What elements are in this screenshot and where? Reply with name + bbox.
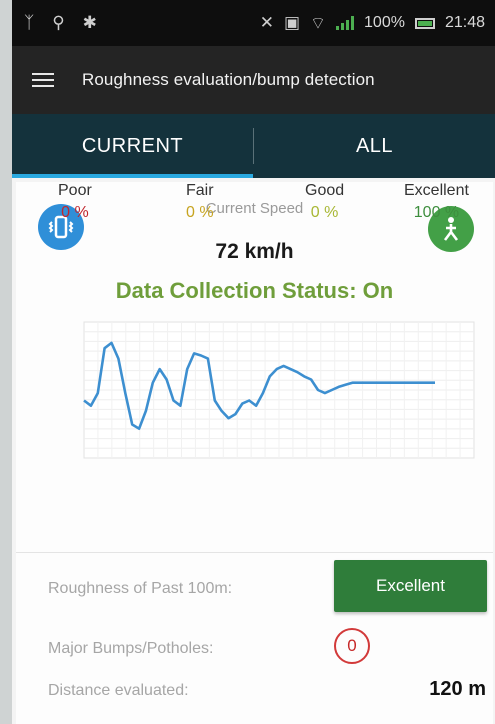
rating-good: Good 0 %: [305, 182, 344, 222]
roughness-chart: [40, 314, 480, 480]
divider: [16, 552, 493, 553]
app-title: Roughness evaluation/bump detection: [82, 70, 375, 89]
rating-excellent-label: Excellent: [404, 182, 469, 199]
android-icon: ✱: [82, 13, 97, 33]
roughness-result-button[interactable]: Excellent: [334, 560, 487, 612]
wifi-icon: ⌔: [310, 13, 327, 34]
clock: 21:48: [444, 14, 485, 31]
usb-icon: ᛉ: [24, 13, 35, 33]
rating-good-label: Good: [305, 182, 345, 199]
rating-poor-label: Poor: [58, 182, 92, 199]
rating-poor-value: 0 %: [61, 204, 89, 221]
data-collection-status: Data Collection Status: On: [115, 278, 394, 303]
phone-screen: ᛉ ⚲ ✱ ✕ ▣ ⌔ 100% 21:48 Roughness evaluat…: [0, 0, 495, 724]
tab-current[interactable]: CURRENT: [12, 114, 253, 178]
mute-icon: ✕: [259, 13, 274, 33]
debug-icon: ⚲: [52, 13, 65, 33]
current-card: Current Speed 72 km/h Data Collection St…: [16, 182, 493, 724]
speed-value: 72 km/h: [215, 240, 294, 263]
hamburger-icon[interactable]: [32, 73, 54, 87]
app-bar: Roughness evaluation/bump detection: [12, 46, 495, 114]
battery-percent: 100%: [364, 14, 405, 31]
bumps-label: Major Bumps/Potholes:: [48, 640, 214, 657]
roughness-chart-svg: [83, 321, 475, 459]
rating-fair-value: 0 %: [186, 204, 214, 221]
battery-icon: [414, 17, 435, 29]
rating-good-value: 0 %: [310, 204, 339, 221]
sim-icon: ▣: [283, 13, 301, 33]
rating-excellent-value: 100 %: [413, 204, 460, 221]
tab-all[interactable]: ALL: [254, 114, 495, 178]
distance-value: 120 m: [429, 678, 486, 700]
signal-icon: [336, 16, 355, 30]
rating-fair-label: Fair: [186, 182, 214, 199]
rating-fair: Fair 0 %: [186, 182, 214, 222]
distance-label: Distance evaluated:: [48, 682, 189, 699]
roughness-label: Roughness of Past 100m:: [48, 580, 233, 597]
status-bar: ᛉ ⚲ ✱ ✕ ▣ ⌔ 100% 21:48: [12, 0, 495, 46]
tab-bar: CURRENT ALL: [12, 114, 495, 178]
rating-poor: Poor 0 %: [58, 182, 92, 222]
rating-excellent: Excellent 100 %: [404, 182, 469, 222]
bumps-count-badge[interactable]: 0: [334, 628, 370, 664]
